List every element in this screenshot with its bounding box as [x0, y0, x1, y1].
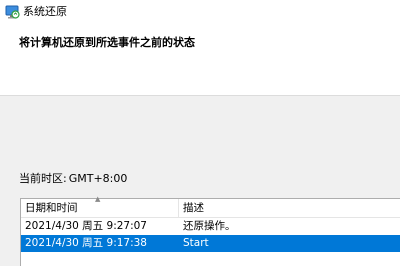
restore-point-description: 还原操作。 [183, 220, 236, 232]
list-item-selected[interactable]: 2021/4/30 周五 9:17:38 Start [21, 235, 400, 252]
timezone-label: 当前时区: [19, 172, 67, 185]
content-panel: 当前时区: GMT+8:00 日期和时间 ▲ 描述 2021/4/30 周五 9:… [0, 95, 400, 266]
timezone-value: GMT+8:00 [68, 172, 128, 185]
column-header-datetime[interactable]: 日期和时间 [25, 201, 78, 215]
column-header-description[interactable]: 描述 [183, 201, 204, 215]
column-divider[interactable] [178, 199, 179, 217]
restore-point-description: Start [183, 237, 209, 249]
system-restore-icon [4, 4, 20, 20]
restore-point-datetime: 2021/4/30 周五 9:27:07 [25, 220, 147, 232]
list-header: 日期和时间 ▲ 描述 [21, 195, 400, 218]
sort-ascending-icon: ▲ [95, 195, 101, 203]
header-panel: 将计算机还原到所选事件之前的状态 [0, 24, 400, 95]
system-restore-window: 系统还原 将计算机还原到所选事件之前的状态 当前时区: GMT+8:00 日期和时… [0, 0, 400, 266]
title-bar: 系统还原 [0, 0, 400, 24]
restore-point-list[interactable]: 日期和时间 ▲ 描述 2021/4/30 周五 9:27:07 还原操作。 20… [20, 195, 400, 266]
window-title: 系统还原 [23, 5, 67, 18]
list-item[interactable]: 2021/4/30 周五 9:27:07 还原操作。 [21, 218, 400, 235]
restore-point-datetime: 2021/4/30 周五 9:17:38 [25, 237, 147, 249]
timezone-line: 当前时区: GMT+8:00 [19, 172, 127, 186]
page-heading: 将计算机还原到所选事件之前的状态 [19, 36, 195, 49]
